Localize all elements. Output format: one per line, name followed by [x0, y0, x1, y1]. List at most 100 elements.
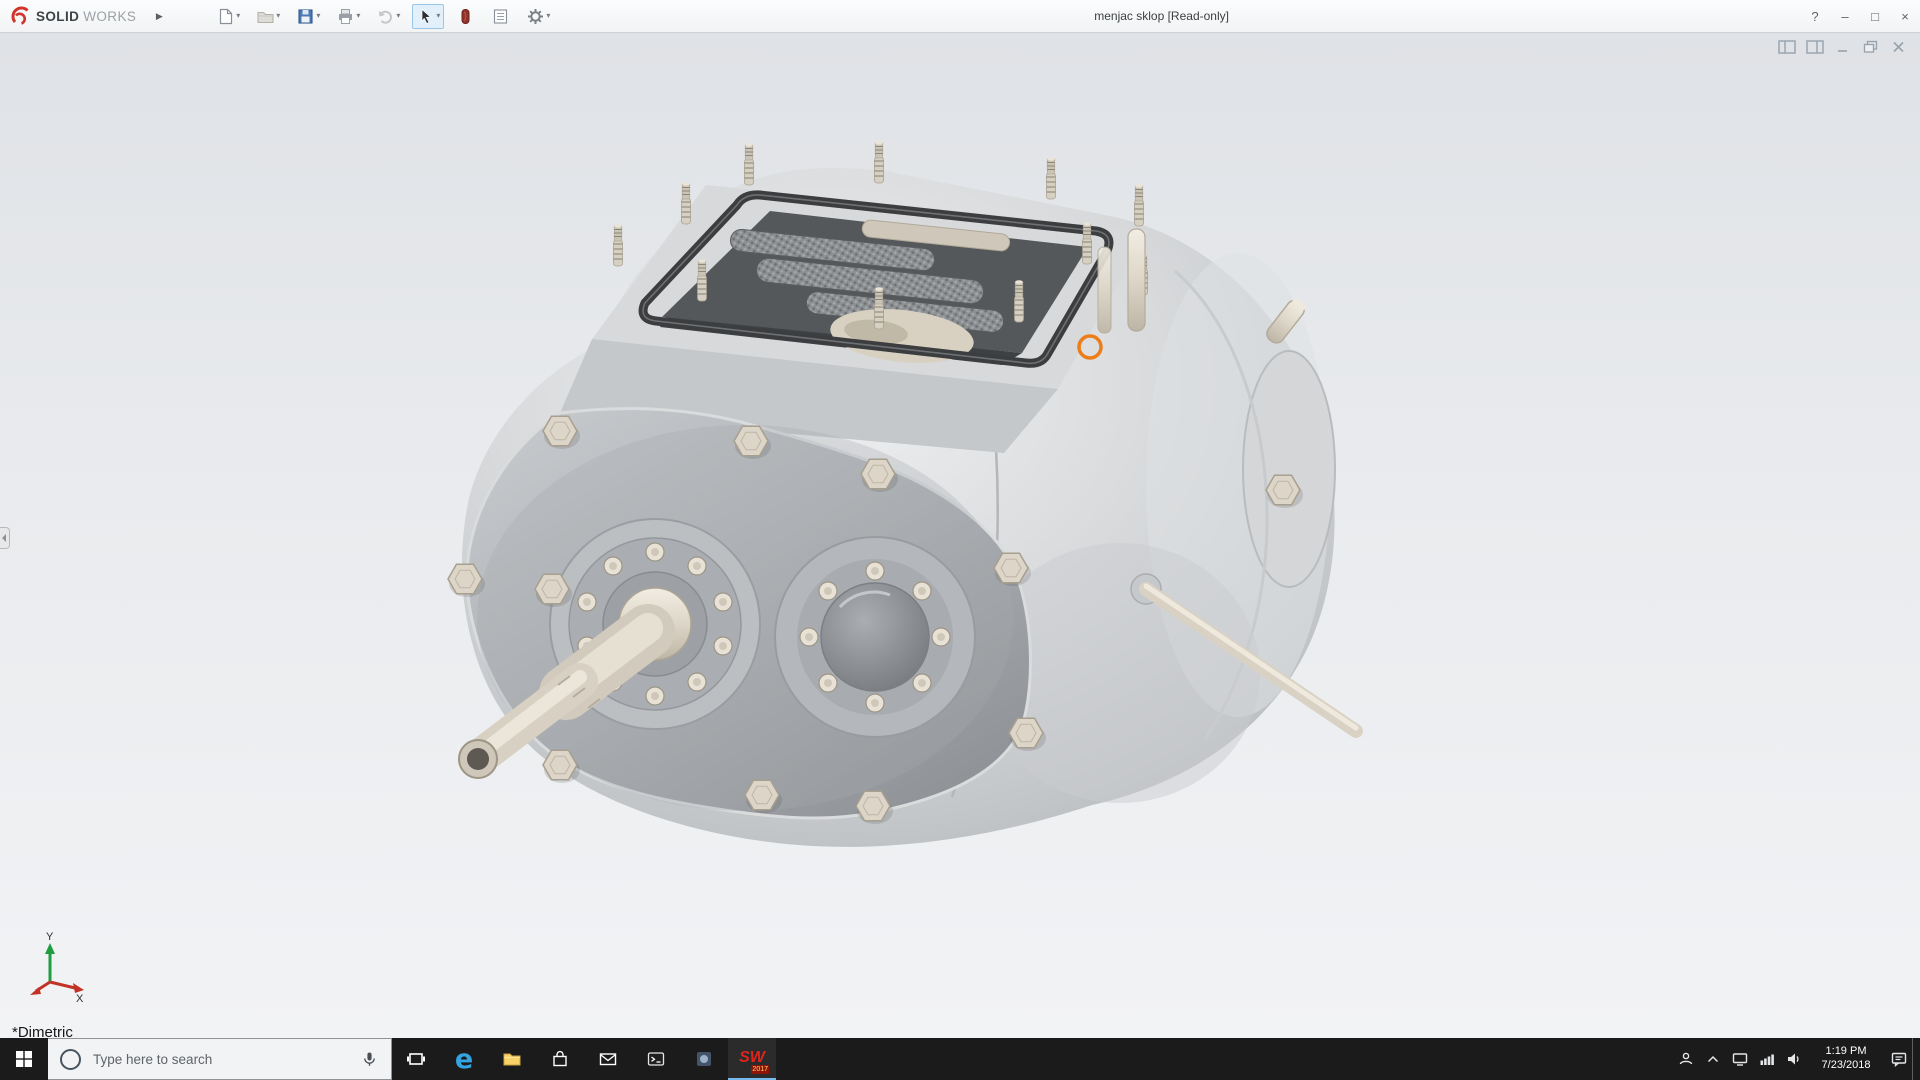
solidworks-window: SOLID WORKS ▶ ▾ ▾ ▾ ▾ ▾ ▾ ▾ menjac sklop… [0, 0, 1920, 1080]
search-input[interactable] [91, 1050, 350, 1068]
taskbar-search[interactable] [48, 1038, 392, 1080]
file-explorer-icon [503, 1053, 521, 1066]
system-tray: 1:19 PM 7/23/2018 [1672, 1038, 1920, 1080]
orientation-triad[interactable]: Y X [18, 930, 92, 1005]
view-orientation-label: *Dimetric [12, 1024, 73, 1038]
taskbar-clock[interactable]: 1:19 PM 7/23/2018 [1813, 1045, 1879, 1073]
minimize-document-button[interactable] [1832, 38, 1854, 56]
monitor-icon [1732, 1053, 1747, 1066]
toolbar-expander-button[interactable]: ▶ [150, 5, 168, 27]
settings-gear-icon [528, 8, 544, 24]
store-icon [553, 1050, 567, 1067]
full-pane-icon [1806, 40, 1824, 54]
network-icon [1760, 1054, 1774, 1065]
featuremanager-collapsed-tab[interactable] [0, 527, 10, 549]
appearances-icon [461, 8, 470, 24]
options-button[interactable]: ▾ [522, 4, 554, 29]
windows-logo-icon [16, 1051, 32, 1067]
app-tile-button[interactable] [680, 1038, 728, 1080]
close-button[interactable]: × [1890, 0, 1920, 32]
x-axis-arrow [73, 983, 84, 993]
command-prompt-button[interactable] [632, 1038, 680, 1080]
design-binder-icon [494, 8, 508, 24]
y-axis-label: Y [46, 931, 54, 943]
edge-icon: e [454, 1043, 474, 1075]
windows-taskbar: e [0, 1038, 1920, 1080]
restore-document-button[interactable] [1860, 38, 1882, 56]
network-button[interactable] [1753, 1050, 1780, 1068]
window-controls: ? – □ × [1800, 0, 1920, 32]
print-button[interactable]: ▾ [332, 4, 364, 29]
solidworks-logo: SOLID WORKS [10, 6, 136, 26]
split-pane-icon [1778, 40, 1796, 54]
maximize-button[interactable]: □ [1860, 0, 1890, 32]
titlebar: SOLID WORKS ▶ ▾ ▾ ▾ ▾ ▾ ▾ ▾ menjac sklop… [0, 0, 1920, 33]
dropdown-caret[interactable]: ▾ [316, 12, 320, 20]
clock-date: 7/23/2018 [1821, 1059, 1871, 1071]
gearbox-3d-model[interactable] [0, 33, 1920, 1038]
dropdown-caret[interactable]: ▾ [546, 12, 550, 20]
open-button[interactable]: ▾ [252, 4, 284, 29]
cortana-icon [60, 1048, 81, 1070]
people-icon [1679, 1052, 1692, 1065]
dropdown-caret[interactable]: ▾ [396, 12, 400, 20]
dropdown-caret[interactable]: ▾ [436, 12, 440, 20]
graphics-viewport[interactable]: Y X *Dimetric [0, 33, 1920, 1038]
right-bearing-boss[interactable] [774, 536, 976, 738]
solidworks-year-badge: 2017 [751, 1064, 769, 1074]
open-folder-icon [257, 11, 274, 23]
x-axis-label: X [76, 993, 84, 1004]
task-view-icon [407, 1053, 425, 1065]
restore-document-icon [1863, 40, 1878, 53]
show-desktop-button[interactable] [1912, 1038, 1920, 1080]
solidworks-app-icon: SW [739, 1049, 765, 1066]
y-axis-arrow [45, 943, 55, 954]
undo-icon [379, 10, 393, 24]
print-icon [339, 8, 353, 24]
task-view-button[interactable] [392, 1038, 440, 1080]
select-tool-button[interactable]: ▾ [412, 3, 445, 29]
document-title: menjac sklop [Read-only] [1094, 9, 1229, 23]
quick-access-toolbar: ▾ ▾ ▾ ▾ ▾ ▾ ▾ [212, 3, 554, 29]
chevron-up-icon [1707, 1055, 1718, 1063]
save-button[interactable]: ▾ [292, 4, 324, 29]
edge-button[interactable]: e [440, 1038, 488, 1080]
document-window-controls [1776, 38, 1910, 56]
app-tile-icon [697, 1052, 711, 1066]
minimize-document-icon [1838, 50, 1847, 52]
dropdown-caret[interactable]: ▾ [276, 12, 280, 20]
save-icon [298, 8, 313, 24]
mail-button[interactable] [584, 1038, 632, 1080]
start-button[interactable] [0, 1038, 48, 1080]
dropdown-caret[interactable]: ▾ [236, 12, 240, 20]
people-button[interactable] [1672, 1050, 1699, 1068]
volume-icon [1787, 1053, 1799, 1065]
dropdown-caret[interactable]: ▾ [356, 12, 360, 20]
solidworks-taskbar-button[interactable]: SW 2017 [728, 1038, 776, 1080]
command-prompt-icon [647, 1052, 665, 1066]
action-center-button[interactable] [1885, 1050, 1912, 1068]
close-document-icon [1893, 41, 1904, 53]
file-explorer-button[interactable] [488, 1038, 536, 1080]
full-pane-button[interactable] [1804, 38, 1826, 56]
volume-button[interactable] [1780, 1050, 1807, 1068]
new-document-button[interactable]: ▾ [212, 4, 244, 29]
store-button[interactable] [536, 1038, 584, 1080]
select-cursor-icon [422, 8, 432, 24]
action-center-icon [1891, 1052, 1906, 1067]
split-pane-button[interactable] [1776, 38, 1798, 56]
hardware-button[interactable] [1726, 1050, 1753, 1068]
tray-overflow-button[interactable] [1699, 1050, 1726, 1068]
help-button[interactable]: ? [1800, 0, 1830, 32]
new-document-icon [220, 8, 233, 24]
close-document-button[interactable] [1888, 38, 1910, 56]
ds-logo-icon [11, 6, 29, 25]
microphone-icon[interactable] [360, 1050, 379, 1069]
minimize-button[interactable]: – [1830, 0, 1860, 32]
appearances-button[interactable] [452, 4, 479, 29]
clock-time: 1:19 PM [1825, 1045, 1867, 1058]
brand-works: WORKS [83, 8, 137, 24]
design-binder-button[interactable] [487, 4, 514, 29]
undo-button[interactable]: ▾ [372, 4, 404, 29]
mail-icon [599, 1053, 617, 1066]
